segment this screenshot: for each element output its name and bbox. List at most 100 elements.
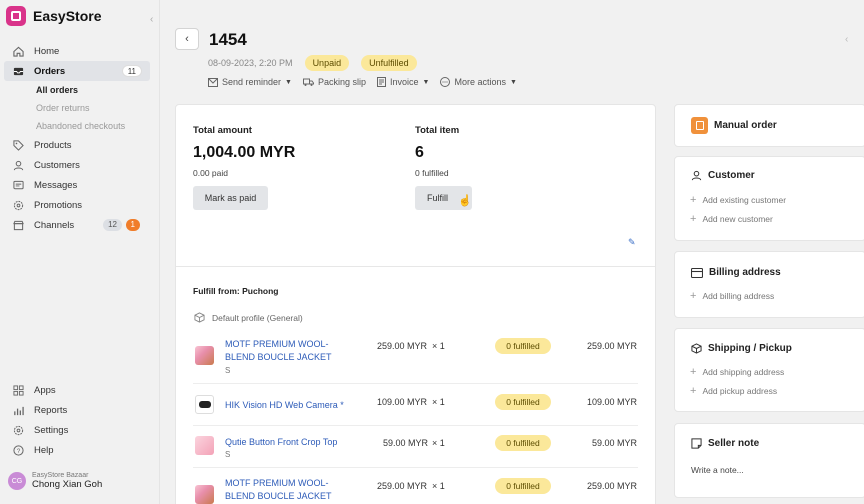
divider: [176, 266, 655, 267]
add-shipping-address-link[interactable]: + Add shipping address: [690, 367, 785, 378]
more-actions-button[interactable]: More actions ▼: [440, 77, 517, 87]
sidebar-item-help[interactable]: ? Help: [4, 440, 150, 460]
sidebar-item-label: Promotions: [34, 199, 83, 211]
document-icon: [377, 77, 387, 87]
channels-alert-badge: 1: [125, 219, 140, 231]
caret-down-icon: ▼: [510, 78, 517, 86]
sidebar-item-label: Help: [34, 444, 54, 456]
customer-label: Customer: [708, 170, 755, 181]
add-shipping-address-label: Add shipping address: [702, 367, 785, 377]
chevron-left-icon: ‹: [185, 33, 189, 45]
add-pickup-address-link[interactable]: + Add pickup address: [690, 385, 778, 397]
svg-text:?: ?: [16, 447, 20, 454]
bar-chart-icon: [12, 404, 24, 416]
send-reminder-button[interactable]: Send reminder ▼: [208, 77, 292, 87]
product-name-link[interactable]: HIK Vision HD Web Camera *: [225, 399, 385, 412]
manual-order-card: Manual order: [674, 104, 864, 147]
brand[interactable]: EasyStore: [6, 6, 101, 26]
item-fulfilled-badge: 0 fulfilled: [495, 435, 551, 451]
main-nav: Home Orders 11 All orders Order returns …: [4, 41, 150, 235]
sidebar: EasyStore ‹ Home Orders 11 All orders Or…: [0, 0, 160, 504]
apps-icon: [12, 384, 24, 396]
item-fulfilled-badge: 0 fulfilled: [495, 394, 551, 410]
sidebar-item-channels[interactable]: Channels 12 1: [4, 215, 150, 235]
product-thumbnail: [195, 395, 214, 414]
item-qty: × 1: [432, 481, 445, 491]
user-icon: [691, 170, 702, 181]
plus-icon: +: [690, 385, 697, 397]
sidebar-item-label: Settings: [34, 424, 69, 436]
seller-note-input[interactable]: Write a note...: [691, 465, 744, 475]
sidebar-sub-order-returns[interactable]: Order returns: [4, 99, 150, 117]
total-amount-label: Total amount: [193, 125, 252, 136]
bottom-nav: Apps Reports Settings ? Help: [4, 380, 150, 460]
plus-icon: +: [690, 290, 697, 302]
order-date: 08-09-2023, 2:20 PM: [208, 58, 293, 68]
add-new-customer-link[interactable]: + Add new customer: [690, 214, 773, 225]
sidebar-item-reports[interactable]: Reports: [4, 400, 150, 420]
invoice-label: Invoice: [390, 77, 419, 87]
add-pickup-address-label: Add pickup address: [702, 386, 778, 396]
collapse-sidebar-icon[interactable]: ‹: [150, 14, 153, 25]
sidebar-item-label: Reports: [34, 404, 68, 416]
sidebar-sub-abandoned-checkouts[interactable]: Abandoned checkouts: [4, 117, 150, 135]
seller-note-label: Seller note: [708, 438, 760, 449]
item-price: 59.00 MYR: [383, 438, 429, 448]
chevron-left-icon[interactable]: ‹: [845, 34, 848, 45]
divider: [193, 425, 638, 426]
total-amount-value: 1,004.00 MYR: [193, 144, 296, 161]
item-total: 259.00 MYR: [586, 481, 637, 491]
table-row: MOTF PREMIUM WOOL-BLEND BOUCLE JACKET S …: [176, 330, 655, 375]
sidebar-sub-all-orders[interactable]: All orders: [4, 81, 150, 99]
package-icon: [691, 343, 702, 354]
sidebar-item-apps[interactable]: Apps: [4, 380, 150, 400]
invoice-button[interactable]: Invoice ▼: [377, 77, 429, 87]
sidebar-item-label: Channels: [34, 219, 75, 231]
billing-address-card: Billing address + Add billing address: [674, 251, 864, 318]
add-billing-address-label: Add billing address: [702, 291, 775, 301]
clipboard-icon: [691, 117, 708, 134]
home-icon: [12, 45, 24, 57]
packing-slip-button[interactable]: Packing slip: [302, 77, 366, 87]
more-actions-label: More actions: [454, 77, 507, 87]
billing-label: Billing address: [709, 267, 781, 278]
channels-count-badge: 12: [103, 219, 122, 231]
brand-name: EasyStore: [33, 8, 102, 24]
sidebar-item-label: Messages: [34, 179, 78, 191]
user-store-name: EasyStore Bazaar: [32, 472, 89, 479]
gear-icon: [12, 424, 24, 436]
item-total: 59.00 MYR: [591, 438, 637, 448]
sidebar-item-products[interactable]: Products: [4, 135, 150, 155]
caret-down-icon: ▼: [285, 78, 292, 86]
divider: [193, 383, 638, 384]
send-reminder-label: Send reminder: [222, 77, 282, 87]
help-icon: ?: [12, 444, 24, 456]
sidebar-item-home[interactable]: Home: [4, 41, 150, 61]
total-item-value: 6: [415, 144, 424, 161]
customer-title: Customer: [691, 170, 755, 181]
sidebar-item-settings[interactable]: Settings: [4, 420, 150, 440]
item-fulfilled-badge: 0 fulfilled: [495, 478, 551, 494]
sidebar-item-promotions[interactable]: Promotions: [4, 195, 150, 215]
product-name-link[interactable]: MOTF PREMIUM WOOL-BLEND BOUCLE JACKET: [225, 338, 345, 364]
fulfill-label: Fulfill: [426, 193, 448, 203]
manual-order-label: Manual order: [714, 120, 777, 131]
item-total: 259.00 MYR: [586, 341, 637, 351]
table-row: Qutie Button Front Crop Top S 59.00 MYR …: [176, 425, 655, 465]
add-existing-customer-label: Add existing customer: [702, 195, 787, 205]
user-name: Chong Xian Goh: [32, 479, 103, 490]
back-button[interactable]: ‹: [175, 28, 199, 50]
pencil-icon[interactable]: ✎: [628, 237, 636, 248]
inbox-icon: [12, 65, 24, 77]
seller-note-card: Seller note Write a note...: [674, 423, 864, 498]
sidebar-item-customers[interactable]: Customers: [4, 155, 150, 175]
product-name-link[interactable]: MOTF PREMIUM WOOL-BLEND BOUCLE JACKET: [225, 477, 345, 503]
product-name-link[interactable]: Qutie Button Front Crop Top: [225, 436, 385, 449]
user-profile[interactable]: CG EasyStore Bazaar Chong Xian Goh: [8, 472, 102, 490]
mark-as-paid-button[interactable]: Mark as paid: [193, 186, 268, 210]
sidebar-item-orders[interactable]: Orders 11: [4, 61, 150, 81]
order-summary-card: Total amount 1,004.00 MYR 0.00 paid Mark…: [175, 104, 656, 504]
sidebar-item-messages[interactable]: Messages: [4, 175, 150, 195]
add-existing-customer-link[interactable]: + Add existing customer: [690, 195, 787, 206]
add-billing-address-link[interactable]: + Add billing address: [690, 290, 775, 302]
